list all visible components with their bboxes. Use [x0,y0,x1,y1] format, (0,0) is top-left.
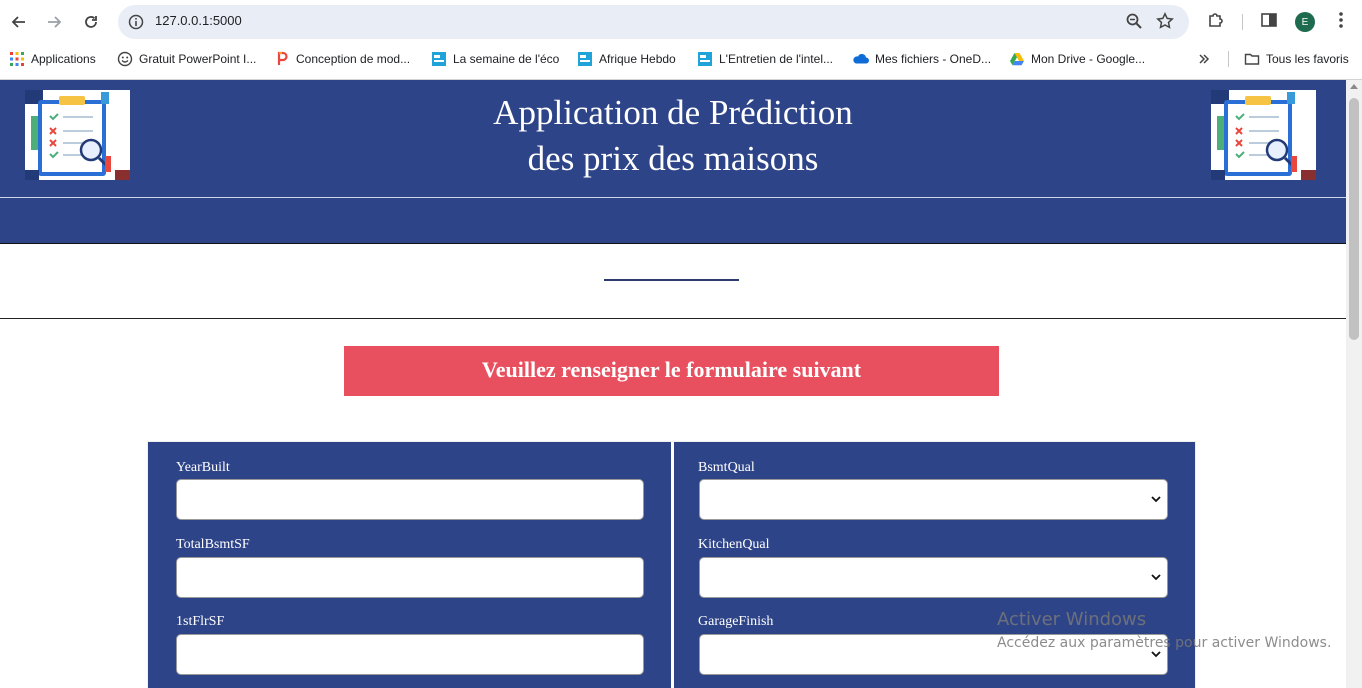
bookmark-label: Conception de mod... [296,52,411,66]
toolbar-separator [1242,14,1243,30]
checklist-illustration-left [25,90,130,180]
bookmark-label: Mes fichiers - OneD... [875,52,992,66]
page-scrollbar[interactable] [1346,80,1362,688]
profile-avatar[interactable]: E [1295,12,1315,32]
header-divider [0,197,1346,198]
bookmarks-separator [1228,51,1229,67]
bookmark-star-icon[interactable] [1156,12,1174,35]
back-arrow-icon[interactable] [6,9,32,35]
extensions-puzzle-icon[interactable] [1206,10,1226,35]
folder-icon [1244,53,1260,65]
kitchenqual-select[interactable] [699,557,1168,598]
bookmarks-bar: Applications Gratuit PowerPoint I... Con… [0,44,1362,74]
scroll-up-arrow-icon[interactable] [1350,84,1358,89]
bookmark-entretien[interactable]: L'Entretien de l'intel... [697,51,833,67]
zoom-icon[interactable] [1125,12,1143,35]
more-menu-icon[interactable] [1334,10,1348,35]
page-header: Application de Prédiction des prix des m… [0,80,1346,244]
form-column-divider [671,442,674,688]
bookmark-label: Mon Drive - Google... [1031,52,1146,66]
checklist-illustration-right [1211,90,1316,180]
bookmark-label: Applications [31,52,96,66]
bookmark-gratuit-powerpoint[interactable]: Gratuit PowerPoint I... [117,51,256,67]
bookmark-google-drive[interactable]: Mon Drive - Google... [1009,51,1145,67]
bookmark-label: L'Entretien de l'intel... [719,52,833,66]
chevron-down-icon [1151,496,1161,503]
reload-icon[interactable] [78,9,104,35]
section-divider [0,318,1346,319]
p-logo-icon [277,51,288,65]
address-bar[interactable]: 127.0.0.1:5000 [118,5,1189,39]
kitchenqual-label: KitchenQual [698,537,770,552]
france24-icon [578,52,592,66]
bookmark-onedrive[interactable]: Mes fichiers - OneD... [853,51,991,67]
side-panel-icon[interactable] [1259,10,1279,35]
windows-activation-title: Activer Windows [997,609,1147,630]
bookmark-label: Gratuit PowerPoint I... [139,52,257,66]
apps-grid-icon [10,52,24,66]
chevron-down-icon [1151,574,1161,581]
browser-toolbar: 127.0.0.1:5000 E [0,0,1362,44]
bookmark-semaine-eco[interactable]: La semaine de l'éco [431,51,559,67]
url-text[interactable]: 127.0.0.1:5000 [155,13,242,28]
title-line-1: Application de Prédiction [493,93,853,132]
totalbsmtsf-input[interactable] [176,557,644,598]
bookmarks-overflow-chevron-icon[interactable] [1198,51,1210,67]
bsmtqual-select[interactable] [699,479,1168,520]
totalbsmtsf-label: TotalBsmtSF [176,537,250,552]
bookmark-label: La semaine de l'éco [453,52,560,66]
bsmtqual-label: BsmtQual [698,460,755,475]
scrollbar-thumb[interactable] [1349,98,1359,340]
accent-underline [604,279,739,281]
title-line-2: des prix des maisons [527,139,819,178]
onedrive-cloud-icon [853,53,869,64]
yearbuilt-input[interactable] [176,479,644,520]
smiley-icon [117,51,133,67]
france24-icon [698,52,712,66]
garagefinish-label: GarageFinish [698,614,774,629]
france24-icon [432,52,446,66]
1stflrsf-label: 1stFlrSF [176,614,225,629]
site-info-icon[interactable] [128,14,144,30]
web-page: Application de Prédiction des prix des m… [0,80,1346,688]
page-title: Application de Prédiction des prix des m… [373,90,973,182]
header-bottom-border [0,243,1346,244]
all-bookmarks-folder[interactable]: Tous les favoris [1244,51,1349,67]
form-instruction-banner: Veuillez renseigner le formulaire suivan… [344,346,999,396]
1stflrsf-input[interactable] [176,634,644,675]
bookmark-conception[interactable]: Conception de mod... [274,51,410,67]
yearbuilt-label: YearBuilt [176,460,230,475]
windows-activation-subtitle: Accédez aux paramètres pour activer Wind… [997,635,1332,651]
all-bookmarks-label: Tous les favoris [1266,52,1349,66]
bookmark-afrique-hebdo[interactable]: Afrique Hebdo [577,51,676,67]
bookmark-label: Afrique Hebdo [599,52,676,66]
forward-arrow-icon[interactable] [41,9,67,35]
google-drive-icon [1010,53,1024,66]
bookmark-applications[interactable]: Applications [9,51,96,67]
